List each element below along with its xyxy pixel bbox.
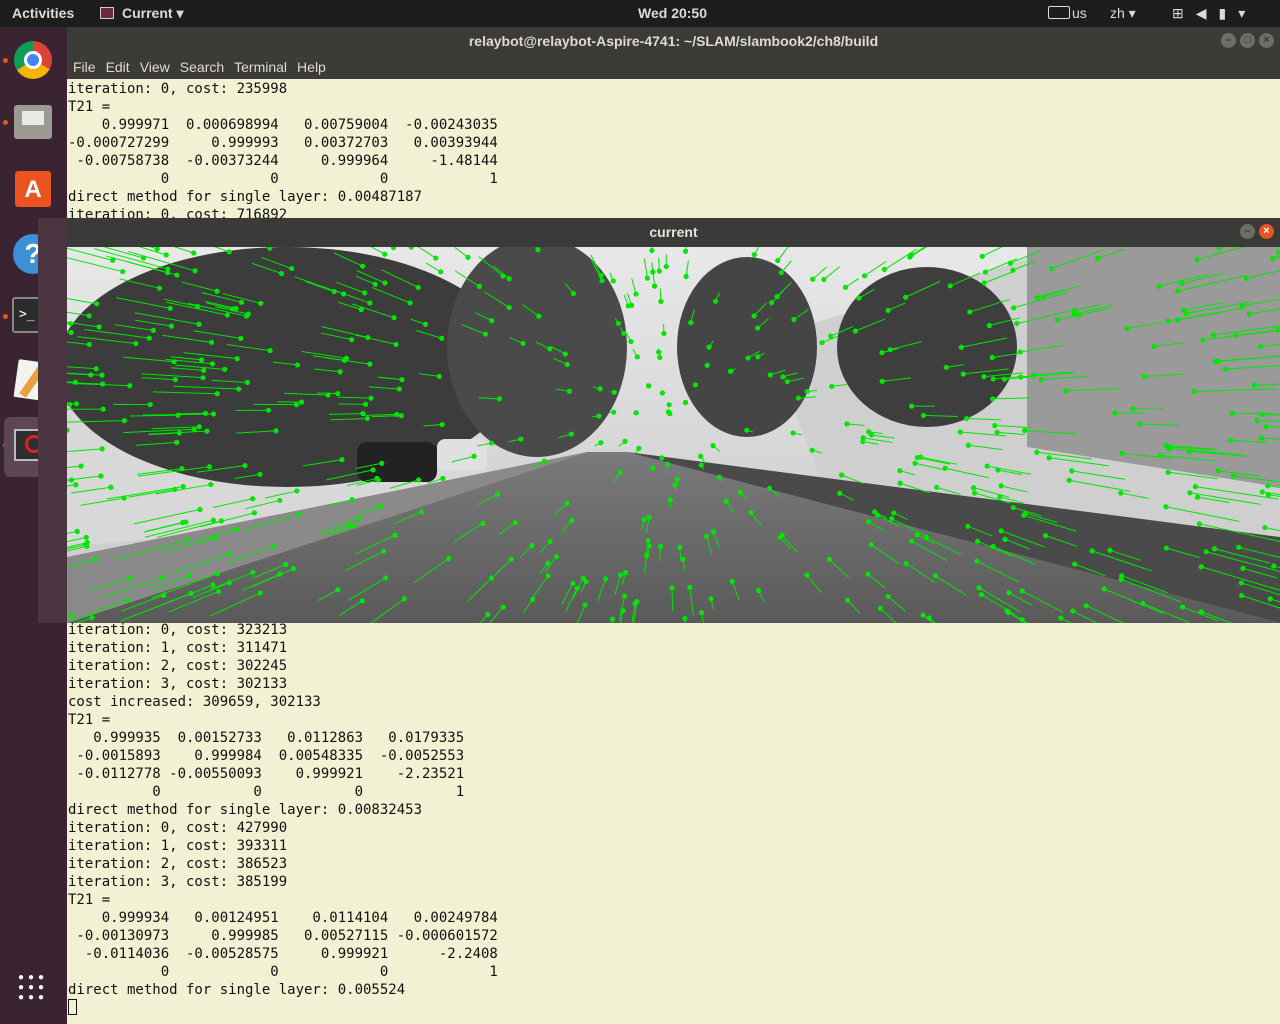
software-center-icon[interactable]: A: [8, 163, 58, 213]
image-view[interactable]: [67, 247, 1280, 623]
parked-car: [357, 442, 437, 482]
minimize-button[interactable]: –: [1221, 33, 1236, 48]
chevron-down-icon: ▾: [1238, 5, 1258, 21]
files-icon[interactable]: [8, 97, 58, 147]
center-left-tree: [447, 247, 627, 457]
app-menu-label: Current: [122, 5, 173, 21]
menu-view[interactable]: View: [140, 59, 170, 75]
terminal-output-bottom-wrap: iteration: 0, cost: 323213 iteration: 1,…: [68, 621, 498, 1017]
keyboard-layout-indicator[interactable]: us: [1048, 0, 1087, 27]
image-window-titlebar[interactable]: current – ×: [67, 218, 1280, 247]
menu-edit[interactable]: Edit: [106, 59, 130, 75]
keyboard-icon: [1048, 6, 1070, 19]
chrome-icon[interactable]: [8, 35, 58, 85]
window-shadow: [38, 218, 68, 623]
menu-terminal[interactable]: Terminal: [234, 59, 287, 75]
network-icon: ⊞: [1172, 5, 1196, 21]
input-method-menu[interactable]: zh ▾: [1110, 0, 1136, 27]
menu-search[interactable]: Search: [180, 59, 224, 75]
minimize-button[interactable]: –: [1240, 224, 1255, 239]
volume-icon: ◀: [1195, 5, 1219, 21]
terminal-cursor: [68, 999, 77, 1015]
right-tree: [837, 267, 1017, 427]
image-window[interactable]: current – ×: [67, 218, 1280, 623]
terminal-titlebar[interactable]: relaybot@relaybot-Aspire-4741: ~/SLAM/sl…: [67, 27, 1280, 55]
maximize-button[interactable]: □: [1240, 33, 1255, 48]
terminal-output-bottom: iteration: 0, cost: 323213 iteration: 1,…: [68, 622, 498, 998]
show-apps-icon[interactable]: ●●● ●●● ●●●: [8, 967, 58, 1017]
center-right-tree: [677, 257, 817, 437]
menu-file[interactable]: File: [73, 59, 96, 75]
app-menu[interactable]: Current ▾: [100, 0, 183, 27]
terminal-menubar: File Edit View Search Terminal Help: [67, 55, 1280, 79]
system-tray[interactable]: ⊞◀▮▾: [1172, 0, 1257, 27]
input-method-label: zh: [1110, 5, 1125, 21]
keyboard-layout-label: us: [1072, 5, 1087, 21]
app-window-icon: [100, 7, 114, 19]
parked-car-white: [437, 439, 487, 471]
close-button[interactable]: ×: [1259, 224, 1274, 239]
right-building-wall: [1027, 247, 1280, 487]
close-button[interactable]: ×: [1259, 33, 1274, 48]
menu-help[interactable]: Help: [297, 59, 326, 75]
terminal-title: relaybot@relaybot-Aspire-4741: ~/SLAM/sl…: [468, 33, 879, 49]
clock[interactable]: Wed 20:50: [638, 0, 707, 27]
terminal-output-top: iteration: 0, cost: 235998 T21 = 0.99997…: [68, 81, 498, 223]
top-panel: Activities Current ▾ Wed 20:50 us zh ▾ ⊞…: [0, 0, 1280, 27]
activities-button[interactable]: Activities: [12, 0, 74, 27]
battery-icon: ▮: [1218, 5, 1239, 21]
image-window-title: current: [649, 224, 698, 240]
